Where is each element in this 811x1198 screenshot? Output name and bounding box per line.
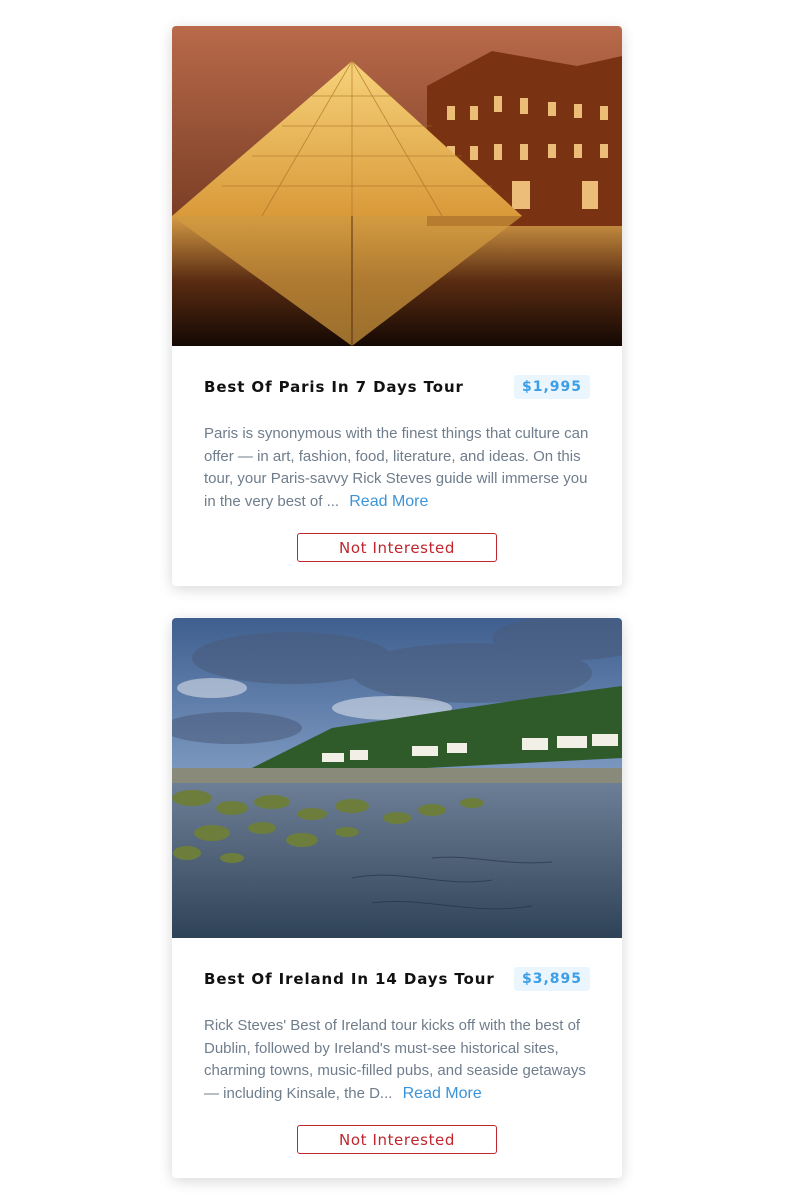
read-more-link[interactable]: Read More (349, 493, 428, 510)
tour-card-body: Best Of Paris In 7 Days Tour $1,995 Pari… (172, 346, 622, 586)
not-interested-button[interactable]: Not Interested (297, 1125, 497, 1154)
tour-description: Rick Steves' Best of Ireland tour kicks … (204, 1015, 596, 1105)
tour-description-text: Rick Steves' Best of Ireland tour kicks … (204, 1017, 586, 1102)
tours-page: Best Of Paris In 7 Days Tour $1,995 Pari… (0, 0, 811, 1198)
tour-card-ireland: Best Of Ireland In 14 Days Tour $3,895 R… (172, 618, 622, 1178)
tour-card-paris: Best Of Paris In 7 Days Tour $1,995 Pari… (172, 26, 622, 586)
tour-image-ireland-coast (172, 618, 622, 938)
price-badge: $3,895 (513, 967, 590, 991)
read-more-link[interactable]: Read More (403, 1085, 482, 1102)
tour-title: Best Of Ireland In 14 Days Tour (204, 970, 495, 988)
tour-description: Paris is synonymous with the finest thin… (204, 423, 596, 513)
tour-image-paris-louvre (172, 26, 622, 346)
tour-title: Best Of Paris In 7 Days Tour (204, 378, 464, 396)
price-badge: $1,995 (513, 375, 590, 399)
tour-card-body: Best Of Ireland In 14 Days Tour $3,895 R… (172, 938, 622, 1178)
not-interested-button[interactable]: Not Interested (297, 533, 497, 562)
